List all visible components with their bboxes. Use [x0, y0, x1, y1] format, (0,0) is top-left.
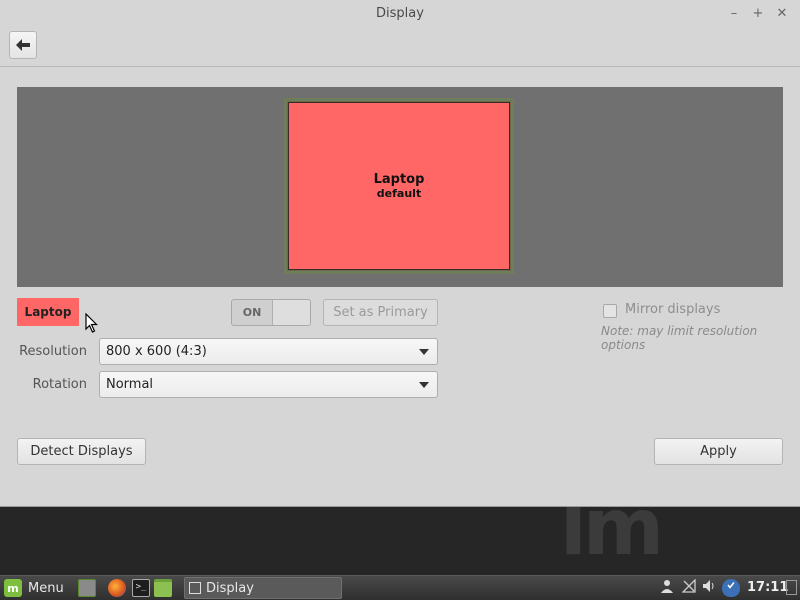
display-window-icon: [189, 582, 201, 594]
switch-knob: [272, 300, 310, 325]
monitor-subtitle: default: [376, 187, 422, 200]
minimize-button[interactable]: –: [726, 6, 742, 22]
maximize-button[interactable]: +: [750, 6, 766, 22]
firefox-icon[interactable]: [108, 579, 126, 597]
shield-check-glyph: [727, 582, 735, 589]
toolbar: [0, 28, 800, 67]
apply-button[interactable]: Apply: [654, 438, 783, 465]
switch-on-label: ON: [242, 306, 262, 319]
show-desktop-icon[interactable]: [78, 579, 96, 597]
rotation-select[interactable]: Normal: [99, 371, 438, 398]
resolution-value: 800 x 600 (4:3): [106, 344, 207, 359]
back-button[interactable]: [9, 31, 37, 59]
close-button[interactable]: ✕: [774, 6, 790, 22]
volume-icon[interactable]: [701, 579, 717, 597]
user-icon[interactable]: [659, 579, 675, 597]
taskbar-window-label: Display: [206, 580, 254, 596]
detect-displays-button[interactable]: Detect Displays: [17, 438, 146, 465]
resolution-label: Resolution: [19, 344, 87, 359]
workspace-switcher-icon[interactable]: [786, 580, 797, 595]
taskbar: m Menu >_ Display 17:11: [0, 575, 800, 600]
mouse-cursor-icon: [85, 313, 98, 333]
shield-icon[interactable]: [722, 579, 740, 597]
user-icon-glyph: [661, 580, 673, 593]
title-bar: Display – + ✕: [0, 0, 800, 28]
mirror-displays-checkbox[interactable]: [603, 304, 617, 318]
volume-icon-glyph: [703, 580, 714, 592]
mint-logo-icon: m: [4, 579, 22, 597]
monitor-preview-body[interactable]: Laptop default: [288, 102, 510, 270]
display-arrangement-area[interactable]: Laptop default: [17, 87, 783, 287]
output-on-switch[interactable]: ON: [231, 299, 311, 326]
chevron-down-icon: [419, 382, 429, 388]
taskbar-window-display[interactable]: Display: [184, 577, 342, 599]
resolution-select[interactable]: 800 x 600 (4:3): [99, 338, 438, 365]
folder-icon[interactable]: [154, 579, 172, 597]
rotation-value: Normal: [106, 377, 154, 392]
set-as-primary-button[interactable]: Set as Primary: [323, 299, 438, 326]
mirror-displays-label: Mirror displays: [625, 302, 721, 317]
menu-label: Menu: [28, 580, 64, 596]
menu-button[interactable]: m Menu: [4, 577, 64, 599]
network-icon[interactable]: [681, 578, 697, 597]
network-icon-glyph: [681, 578, 696, 593]
terminal-icon[interactable]: >_: [132, 579, 150, 597]
arrow-left-icon: [16, 39, 30, 51]
chevron-down-icon: [419, 349, 429, 355]
rotation-label: Rotation: [32, 377, 87, 392]
output-name-badge: Laptop: [17, 298, 79, 326]
monitor-name: Laptop: [373, 172, 425, 187]
mirror-note: Note: may limit resolution options: [601, 324, 758, 352]
window-title: Display: [376, 6, 424, 21]
clock[interactable]: 17:11: [747, 576, 788, 600]
monitor-preview[interactable]: Laptop default: [284, 98, 514, 274]
display-settings-window: Display – + ✕ Laptop default Laptop ON S…: [0, 0, 800, 507]
